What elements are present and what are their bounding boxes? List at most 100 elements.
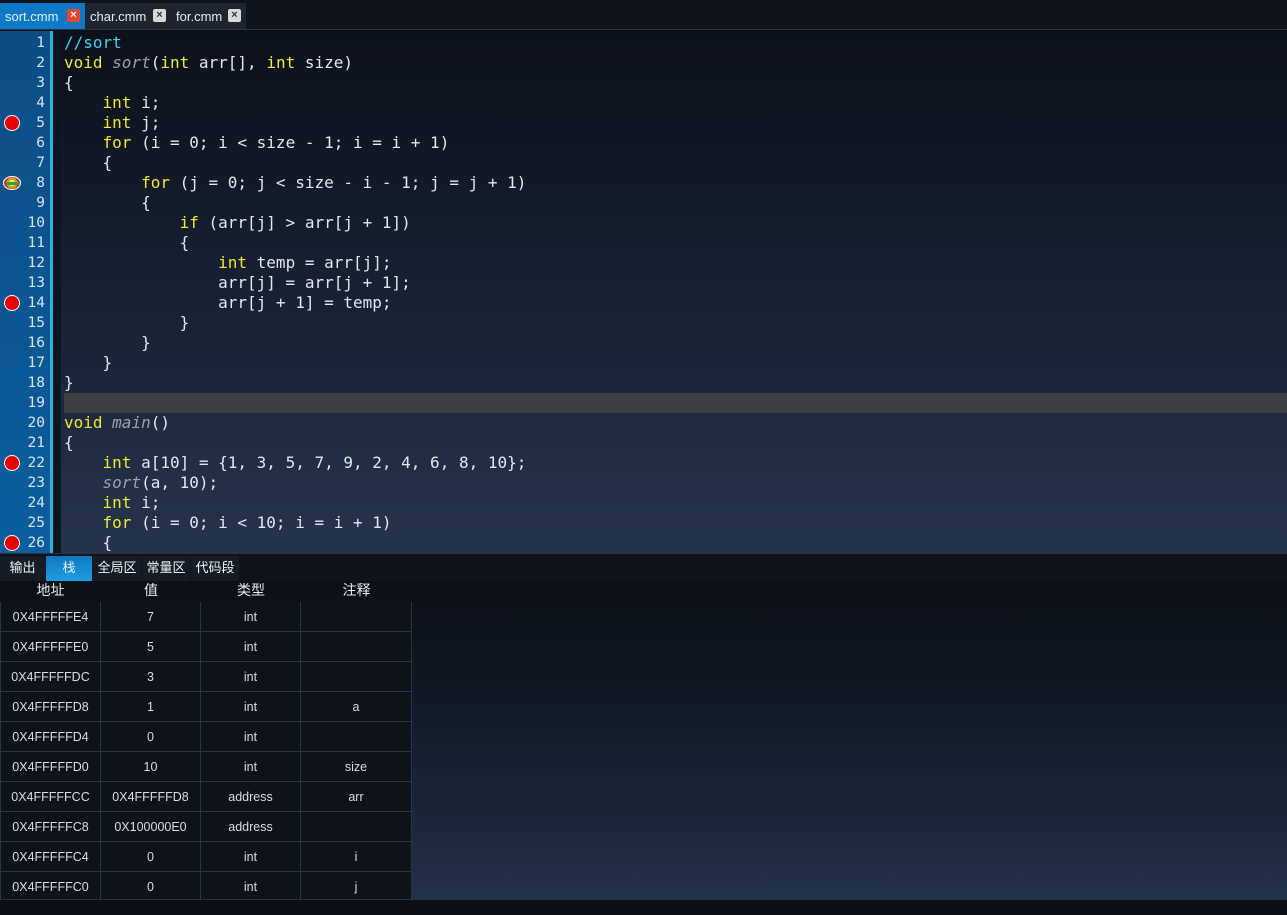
line-number[interactable]: 11 — [20, 233, 45, 253]
code-token: (i = 0; i < 10; i = i + 1) — [131, 513, 392, 532]
table-row[interactable]: 0X4FFFFFC8 0X100000E0 address — [0, 812, 412, 842]
code-line[interactable]: int a[10] = {1, 3, 5, 7, 9, 2, 4, 6, 8, … — [64, 453, 527, 473]
code-line[interactable]: } — [64, 313, 190, 333]
code-line[interactable]: if (arr[j] > arr[j + 1]) — [64, 213, 411, 233]
keyword-token: int — [160, 53, 190, 72]
code-line[interactable]: for (i = 0; i < 10; i = i + 1) — [64, 513, 392, 533]
close-icon[interactable]: × — [67, 9, 80, 22]
tab-code-segment[interactable]: 代码段 — [191, 556, 239, 582]
tab-sort-cmm[interactable]: sort.cmm × — [0, 3, 85, 29]
code-line[interactable]: { — [64, 533, 113, 553]
column-header-address[interactable]: 地址 — [0, 581, 101, 601]
code-line[interactable]: int i; — [64, 493, 161, 513]
line-number[interactable]: 6 — [20, 133, 45, 153]
line-number[interactable]: 13 — [20, 273, 45, 293]
tab-for-cmm[interactable]: for.cmm × — [171, 3, 246, 29]
line-number[interactable]: 25 — [20, 513, 45, 533]
tab-char-cmm[interactable]: char.cmm × — [85, 3, 171, 29]
code-line[interactable]: { — [64, 73, 74, 93]
file-tab-bar: sort.cmm × char.cmm × for.cmm × — [0, 0, 1287, 30]
table-row[interactable]: 0X4FFFFFE0 5 int — [0, 632, 412, 662]
breakpoint-icon[interactable] — [4, 295, 20, 311]
cell-type: int — [201, 662, 301, 692]
current-line-highlight — [64, 393, 1287, 413]
cell-address: 0X4FFFFFE4 — [0, 602, 101, 632]
breakpoint-icon[interactable] — [4, 535, 20, 551]
line-number[interactable]: 3 — [20, 73, 45, 93]
code-token: (arr[j] > arr[j + 1]) — [198, 213, 411, 232]
line-number[interactable]: 8 — [20, 173, 45, 193]
code-line[interactable]: { — [64, 433, 74, 453]
code-line[interactable]: //sort — [64, 33, 122, 53]
code-line[interactable]: void sort(int arr[], int size) — [64, 53, 353, 73]
line-number[interactable]: 1 — [20, 33, 45, 53]
code-line[interactable]: { — [64, 193, 151, 213]
code-token: { — [64, 533, 113, 552]
code-line[interactable]: sort(a, 10); — [64, 473, 219, 493]
code-line[interactable]: arr[j] = arr[j + 1]; — [64, 273, 411, 293]
line-number[interactable]: 18 — [20, 373, 45, 393]
line-number[interactable]: 16 — [20, 333, 45, 353]
line-number[interactable]: 24 — [20, 493, 45, 513]
tab-global-area[interactable]: 全局区 — [93, 556, 141, 582]
code-line[interactable]: } — [64, 333, 151, 353]
tab-constant-area[interactable]: 常量区 — [142, 556, 190, 582]
code-line[interactable]: arr[j + 1] = temp; — [64, 293, 391, 313]
line-number[interactable]: 23 — [20, 473, 45, 493]
cell-value: 0X4FFFFFD8 — [101, 782, 201, 812]
table-row[interactable]: 0X4FFFFFE4 7 int — [0, 602, 412, 632]
close-icon[interactable]: × — [228, 9, 241, 22]
line-number[interactable]: 22 — [20, 453, 45, 473]
line-number[interactable]: 26 — [20, 533, 45, 553]
comment-token: //sort — [64, 33, 122, 52]
code-line[interactable]: for (j = 0; j < size - i - 1; j = j + 1) — [64, 173, 526, 193]
table-row[interactable]: 0X4FFFFFCC 0X4FFFFFD8 address arr — [0, 782, 412, 812]
line-number[interactable]: 14 — [20, 293, 45, 313]
close-icon[interactable]: × — [153, 9, 166, 22]
table-row[interactable]: 0X4FFFFFD8 1 int a — [0, 692, 412, 722]
code-token: temp = arr[j]; — [247, 253, 392, 272]
code-line[interactable]: } — [64, 353, 113, 373]
code-line[interactable]: void main() — [64, 413, 170, 433]
code-line[interactable]: int j; — [64, 113, 161, 133]
line-number[interactable]: 2 — [20, 53, 45, 73]
tab-stack[interactable]: 栈 — [46, 556, 92, 582]
tab-output[interactable]: 输出 — [0, 556, 45, 582]
keyword-token: int — [218, 253, 248, 272]
column-header-type[interactable]: 类型 — [201, 581, 301, 601]
line-number[interactable]: 20 — [20, 413, 45, 433]
breakpoint-icon[interactable] — [4, 455, 20, 471]
line-number[interactable]: 7 — [20, 153, 45, 173]
line-number[interactable]: 5 — [20, 113, 45, 133]
table-row[interactable]: 0X4FFFFFD4 0 int — [0, 722, 412, 752]
code-line[interactable]: { — [64, 233, 190, 253]
keyword-token: int — [102, 113, 132, 132]
line-number[interactable]: 10 — [20, 213, 45, 233]
code-line[interactable]: { — [64, 153, 113, 173]
code-line[interactable]: int temp = arr[j]; — [64, 253, 392, 273]
execution-pointer-icon[interactable] — [3, 176, 21, 190]
line-number[interactable]: 4 — [20, 93, 45, 113]
line-number[interactable]: 15 — [20, 313, 45, 333]
breakpoint-icon[interactable] — [4, 115, 20, 131]
cell-address: 0X4FFFFFC4 — [0, 842, 101, 872]
code-line[interactable]: int i; — [64, 93, 161, 113]
line-number[interactable]: 9 — [20, 193, 45, 213]
column-header-value[interactable]: 值 — [101, 581, 201, 601]
cell-comment — [301, 812, 412, 842]
line-number[interactable]: 12 — [20, 253, 45, 273]
table-row[interactable]: 0X4FFFFFC4 0 int i — [0, 842, 412, 872]
line-number[interactable]: 17 — [20, 353, 45, 373]
table-row[interactable]: 0X4FFFFFD0 10 int size — [0, 752, 412, 782]
line-number[interactable]: 19 — [20, 393, 45, 413]
code-editor[interactable]: //sort void sort(int arr[], int size){ in… — [0, 31, 1287, 553]
line-number[interactable]: 21 — [20, 433, 45, 453]
table-row[interactable]: 0X4FFFFFC0 0 int j — [0, 872, 412, 902]
table-row[interactable]: 0X4FFFFFDC 3 int — [0, 662, 412, 692]
code-line[interactable]: } — [64, 373, 74, 393]
column-header-comment[interactable]: 注释 — [301, 581, 412, 601]
code-line[interactable]: for (i = 0; i < size - 1; i = i + 1) — [64, 133, 450, 153]
code-token: i; — [131, 93, 161, 112]
